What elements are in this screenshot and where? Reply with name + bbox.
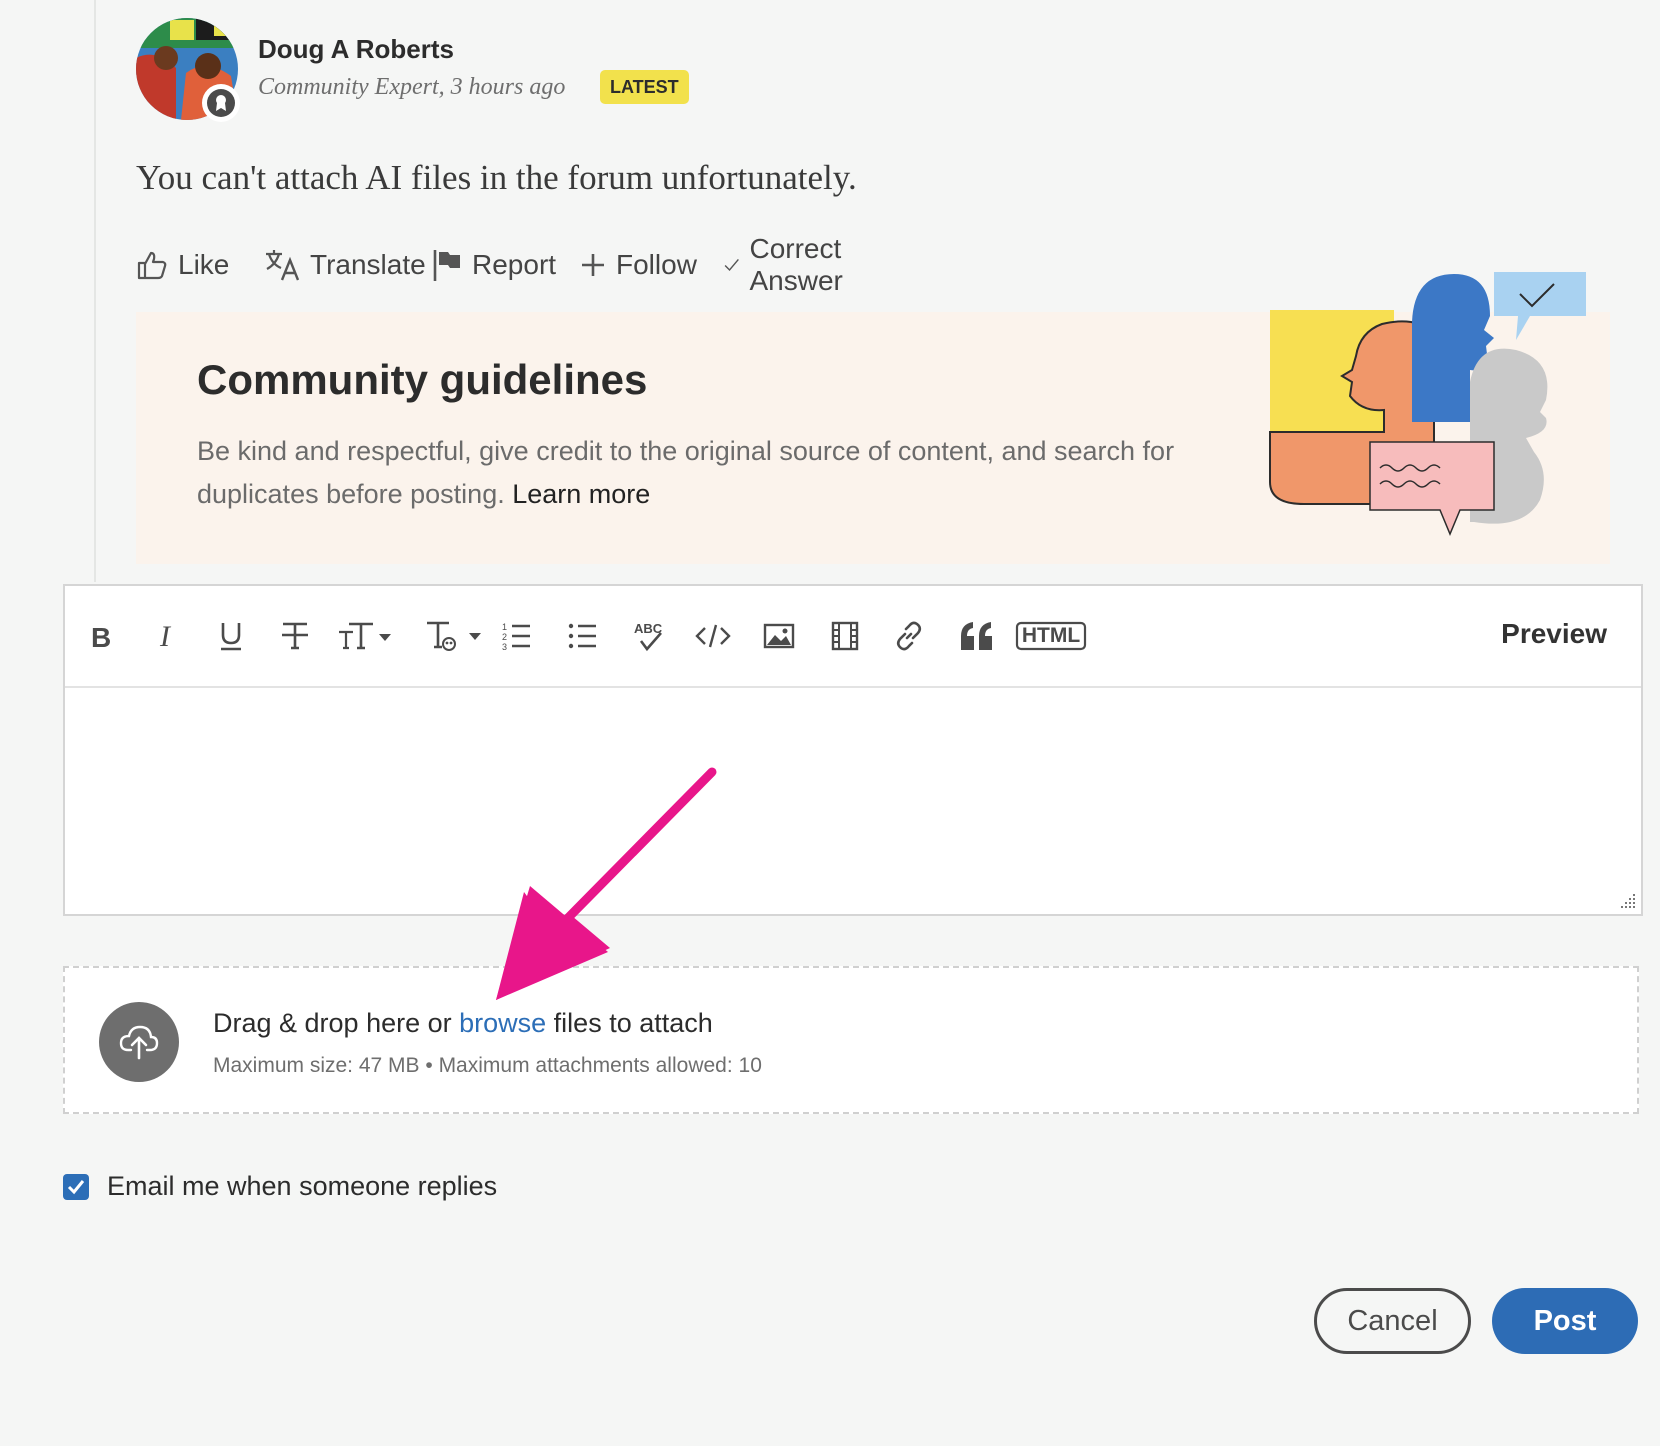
follow-button[interactable]: Follow xyxy=(580,240,697,290)
font-size-icon xyxy=(339,622,391,650)
browse-link[interactable]: browse xyxy=(459,1008,546,1038)
strikethrough-icon xyxy=(282,622,308,650)
checkmark-icon xyxy=(724,259,739,272)
follow-label: Follow xyxy=(616,249,697,280)
code-button[interactable] xyxy=(693,614,733,658)
guidelines-text: Be kind and respectful, give credit to t… xyxy=(197,430,1257,516)
author-avatar[interactable] xyxy=(136,18,240,122)
translate-button[interactable]: Translate xyxy=(264,240,426,290)
post-body: You can't attach AI files in the forum u… xyxy=(136,158,857,197)
attachment-dropzone[interactable]: Drag & drop here or browse files to atta… xyxy=(63,966,1639,1114)
attach-limits: Maximum size: 47 MB • Maximum attachment… xyxy=(213,1054,762,1077)
guidelines-illustration xyxy=(1269,272,1586,536)
correct-answer-label: Correct Answer xyxy=(749,233,843,296)
email-opt-in: Email me when someone replies xyxy=(63,1171,497,1202)
attach-instructions: Drag & drop here or browse files to atta… xyxy=(213,1008,713,1039)
attach-suffix: files to attach xyxy=(546,1008,713,1038)
like-label: Like xyxy=(178,249,230,280)
attach-prefix: Drag & drop here or xyxy=(213,1008,460,1038)
latest-badge: LATEST xyxy=(600,70,689,104)
quote-icon xyxy=(961,622,992,650)
editor-toolbar: B I 1 2 3 ABC HTML Preview xyxy=(65,586,1641,688)
plus-icon xyxy=(582,254,604,276)
thumbs-up-icon xyxy=(137,251,167,280)
post-button[interactable]: Post xyxy=(1492,1288,1638,1354)
svg-text:2: 2 xyxy=(502,632,507,642)
html-label: HTML xyxy=(1021,624,1081,647)
report-button[interactable]: Report xyxy=(432,240,556,290)
like-button[interactable]: Like xyxy=(136,240,229,290)
svg-text:B: B xyxy=(91,622,111,651)
quote-button[interactable] xyxy=(957,614,997,658)
learn-more-link[interactable]: Learn more xyxy=(512,479,650,509)
code-icon xyxy=(695,624,731,648)
resize-grip-icon[interactable] xyxy=(1617,890,1637,910)
text-style-icon xyxy=(427,621,481,651)
text-style-dropdown[interactable] xyxy=(425,614,483,658)
guidelines-title: Community guidelines xyxy=(197,356,648,403)
email-label[interactable]: Email me when someone replies xyxy=(107,1171,497,1202)
flag-icon xyxy=(433,250,460,281)
italic-icon: I xyxy=(159,621,172,651)
thread-line xyxy=(94,0,96,582)
underline-icon xyxy=(221,623,241,651)
reply-editor: B I 1 2 3 ABC HTML Preview xyxy=(63,584,1643,916)
spellcheck-icon: ABC xyxy=(634,621,663,652)
insert-link-button[interactable] xyxy=(891,614,927,658)
translate-icon xyxy=(266,250,300,281)
translate-label: Translate xyxy=(310,249,426,280)
bulleted-list-button[interactable] xyxy=(565,614,601,658)
guidelines-body: Be kind and respectful, give credit to t… xyxy=(197,436,1175,509)
preview-button[interactable]: Preview xyxy=(1501,618,1607,650)
font-size-dropdown[interactable] xyxy=(337,614,395,658)
author-name[interactable]: Doug A Roberts xyxy=(258,34,454,65)
strikethrough-button[interactable] xyxy=(277,614,313,658)
svg-text:3: 3 xyxy=(502,642,507,652)
checkmark-icon xyxy=(67,1179,85,1194)
email-checkbox[interactable] xyxy=(63,1173,89,1200)
svg-text:ABC: ABC xyxy=(634,621,663,636)
spellcheck-button[interactable]: ABC xyxy=(631,614,667,658)
link-icon xyxy=(896,621,922,651)
bulleted-list-icon xyxy=(568,623,596,649)
bold-button[interactable]: B xyxy=(83,614,119,658)
italic-button[interactable]: I xyxy=(149,614,185,658)
expert-badge-icon xyxy=(202,84,240,122)
correct-answer-button[interactable]: Correct Answer xyxy=(724,233,855,296)
author-meta: Community Expert, 3 hours ago xyxy=(258,74,566,100)
cancel-button[interactable]: Cancel xyxy=(1314,1288,1471,1354)
svg-text:1: 1 xyxy=(502,622,507,632)
editor-text-area[interactable] xyxy=(65,688,1641,914)
insert-video-button[interactable] xyxy=(827,614,863,658)
insert-image-button[interactable] xyxy=(761,614,797,658)
image-icon xyxy=(763,623,795,649)
cloud-upload-icon xyxy=(99,1002,179,1082)
video-icon xyxy=(831,621,859,651)
svg-text:I: I xyxy=(159,621,172,651)
numbered-list-icon: 1 2 3 xyxy=(502,622,530,652)
html-button[interactable]: HTML xyxy=(1015,614,1087,658)
report-label: Report xyxy=(472,249,557,280)
underline-button[interactable] xyxy=(213,614,249,658)
annotation-arrow xyxy=(496,767,717,1000)
numbered-list-button[interactable]: 1 2 3 xyxy=(499,614,535,658)
bold-icon: B xyxy=(91,622,111,651)
